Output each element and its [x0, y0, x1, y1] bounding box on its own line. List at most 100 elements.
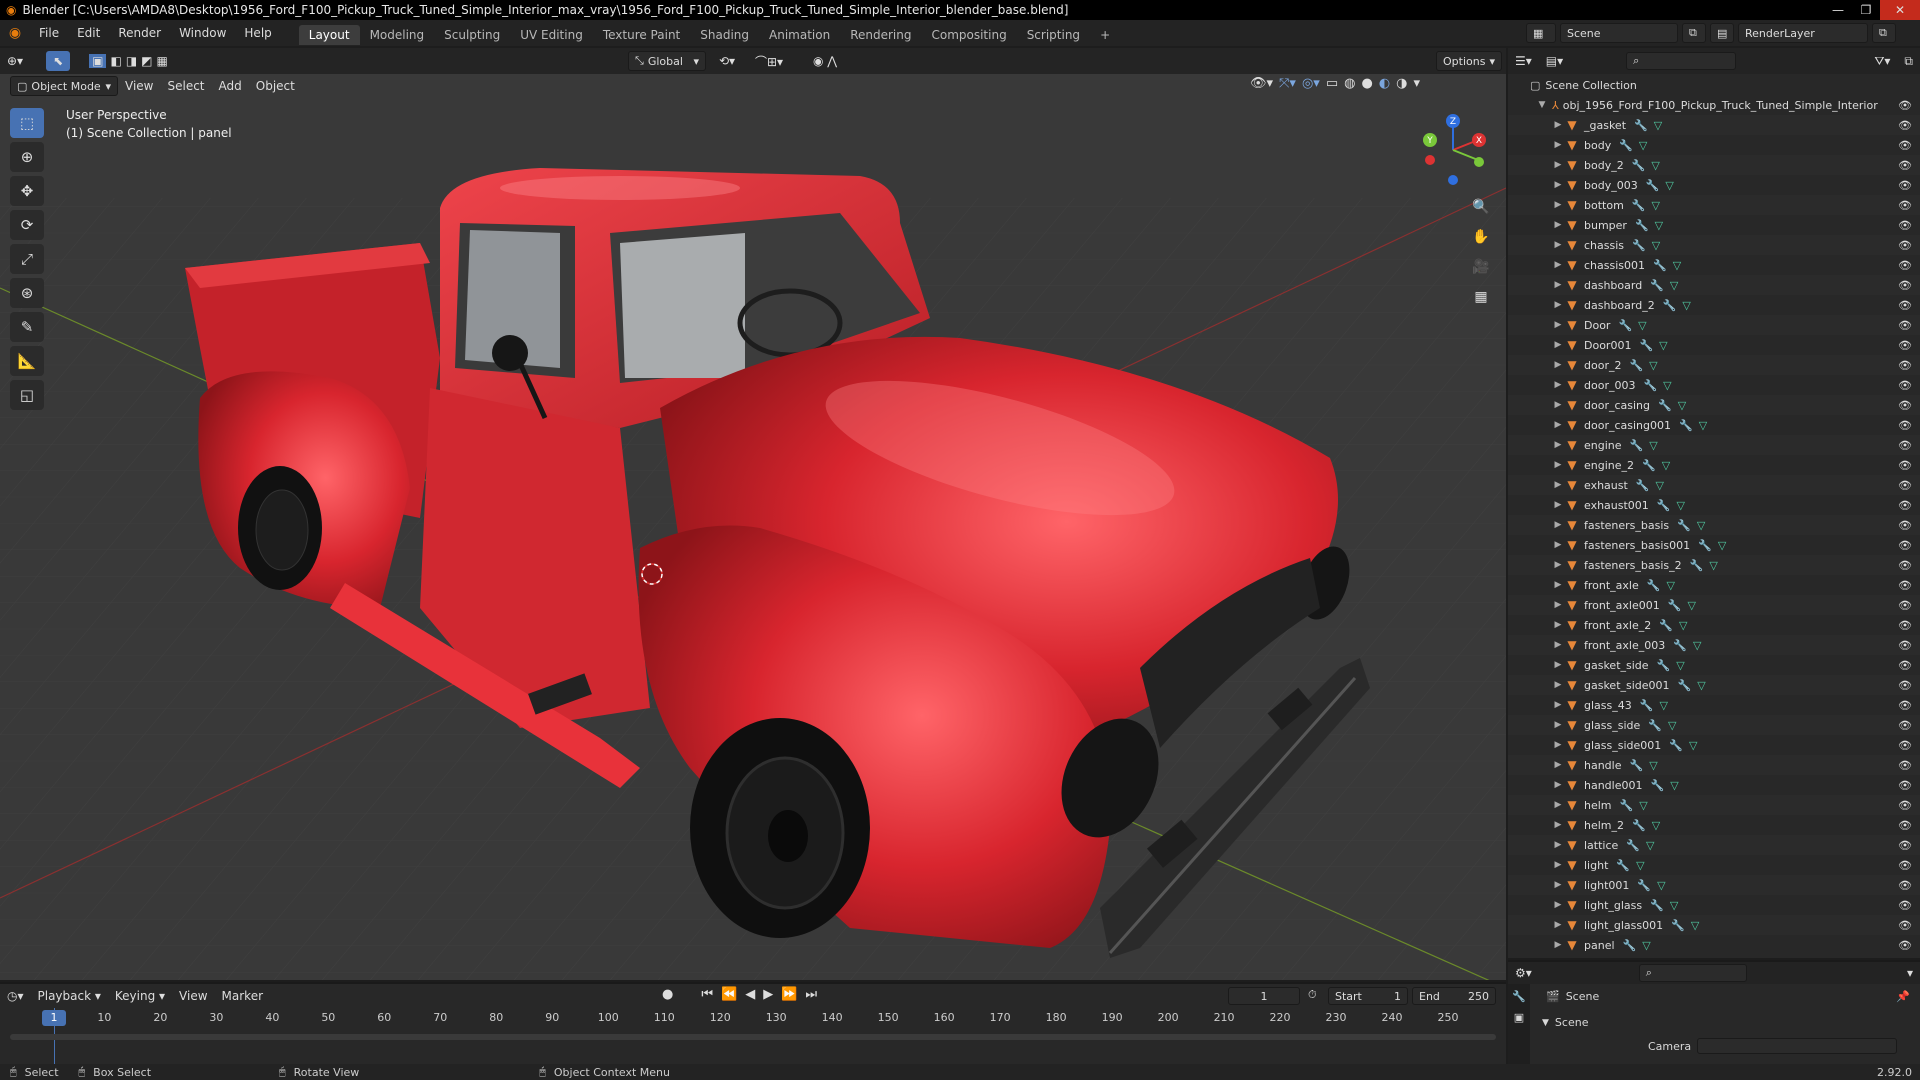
modifier-wrench-icon[interactable]: 🔧 — [1678, 679, 1692, 692]
visibility-icon[interactable]: 👁▾ — [1250, 76, 1273, 91]
select-tweak-icon[interactable]: ⬉ — [46, 51, 71, 71]
expand-triangle-icon[interactable]: ▶ — [1552, 280, 1564, 290]
menu-add[interactable]: Add — [212, 76, 249, 96]
tab-texture-paint[interactable]: Texture Paint — [593, 25, 690, 45]
expand-triangle-icon[interactable]: ▶ — [1552, 860, 1564, 870]
outliner-item[interactable]: ▶ ▼ helm 🔧 ▽ 👁 — [1508, 795, 1920, 815]
eye-icon[interactable]: 👁 — [1898, 199, 1912, 212]
scene-section-header[interactable]: Scene — [1555, 1016, 1589, 1029]
tab-uv-editing[interactable]: UV Editing — [510, 25, 593, 45]
properties-menu-icon[interactable]: ▾ — [1900, 963, 1920, 983]
viewlayer-icon[interactable]: ▤ — [1710, 23, 1734, 43]
select-new-icon[interactable]: ▣ — [89, 54, 107, 68]
properties-editor-icon[interactable]: ⚙▾ — [1508, 963, 1539, 983]
outliner-item[interactable]: ▶ ▼ dashboard 🔧 ▽ 👁 — [1508, 275, 1920, 295]
outliner-item[interactable]: ▶ ▼ light_glass 🔧 ▽ 👁 — [1508, 895, 1920, 915]
mesh-data-icon[interactable]: ▽ — [1663, 379, 1671, 392]
mesh-data-icon[interactable]: ▽ — [1691, 919, 1699, 932]
modifier-wrench-icon[interactable]: 🔧 — [1626, 839, 1640, 852]
menu-window[interactable]: Window — [170, 20, 235, 46]
rotate-tool-icon[interactable]: ⟳ — [10, 210, 44, 240]
close-icon[interactable]: ✕ — [1880, 0, 1920, 20]
mesh-data-icon[interactable]: ▽ — [1636, 859, 1644, 872]
proportional-edit-icon[interactable]: ◉ ⋀ — [806, 51, 844, 71]
options-dropdown[interactable]: Options ▾ — [1436, 51, 1502, 71]
scene-collection-row[interactable]: ▢ Scene Collection — [1508, 75, 1920, 95]
eye-icon[interactable]: 👁 — [1898, 259, 1912, 272]
mesh-data-icon[interactable]: ▽ — [1689, 739, 1697, 752]
modifier-wrench-icon[interactable]: 🔧 — [1632, 239, 1646, 252]
timeline-scrollbar[interactable] — [10, 1034, 1496, 1040]
outliner-item[interactable]: ▶ ▼ light_glass001 🔧 ▽ 👁 — [1508, 915, 1920, 935]
expand-triangle-icon[interactable]: ▶ — [1552, 900, 1564, 910]
copy-layer-icon[interactable]: ⧉ — [1872, 23, 1896, 43]
modifier-wrench-icon[interactable]: 🔧 — [1632, 199, 1646, 212]
select-intersect-icon[interactable]: ▦ — [157, 54, 168, 68]
menu-playback[interactable]: Playback ▾ — [31, 986, 108, 1006]
eye-icon[interactable]: 👁 — [1898, 419, 1912, 432]
filter-icon[interactable]: ⛛▾ — [1867, 51, 1897, 71]
outliner-item[interactable]: ▶ ▼ body_003 🔧 ▽ 👁 — [1508, 175, 1920, 195]
mesh-data-icon[interactable]: ▽ — [1670, 779, 1678, 792]
scale-tool-icon[interactable]: ⤢ — [10, 244, 44, 274]
modifier-wrench-icon[interactable]: 🔧 — [1635, 219, 1649, 232]
mesh-data-icon[interactable]: ▽ — [1649, 759, 1657, 772]
expand-triangle-icon[interactable]: ▶ — [1552, 480, 1564, 490]
menu-object[interactable]: Object — [249, 76, 302, 96]
expand-triangle-icon[interactable]: ▶ — [1552, 680, 1564, 690]
outliner-item[interactable]: ▶ ▼ door_casing 🔧 ▽ 👁 — [1508, 395, 1920, 415]
display-mode-icon[interactable]: ▤▾ — [1539, 51, 1570, 71]
eye-icon[interactable]: 👁 — [1898, 679, 1912, 692]
modifier-wrench-icon[interactable]: 🔧 — [1646, 179, 1660, 192]
modifier-wrench-icon[interactable]: 🔧 — [1677, 519, 1691, 532]
eye-icon[interactable]: 👁 — [1898, 539, 1912, 552]
expand-triangle-icon[interactable]: ▶ — [1552, 160, 1564, 170]
eye-icon[interactable]: 👁 — [1898, 619, 1912, 632]
move-tool-icon[interactable]: ✥ — [10, 176, 44, 206]
eye-icon[interactable]: 👁 — [1898, 339, 1912, 352]
modifier-wrench-icon[interactable]: 🔧 — [1650, 899, 1664, 912]
mesh-data-icon[interactable]: ▽ — [1697, 519, 1705, 532]
expand-triangle-icon[interactable]: ▶ — [1552, 260, 1564, 270]
expand-triangle-icon[interactable]: ▶ — [1552, 460, 1564, 470]
expand-triangle-icon[interactable]: ▶ — [1552, 440, 1564, 450]
prev-keyframe-icon[interactable]: ⏪ — [721, 987, 737, 1002]
expand-triangle-icon[interactable]: ▶ — [1552, 300, 1564, 310]
copy-scene-icon[interactable]: ⧉ — [1682, 23, 1706, 43]
expand-triangle-icon[interactable]: ▶ — [1552, 200, 1564, 210]
expand-triangle-icon[interactable]: ▶ — [1552, 700, 1564, 710]
mesh-data-icon[interactable]: ▽ — [1646, 839, 1654, 852]
pivot-point-icon[interactable]: ⟲▾ — [712, 51, 742, 71]
outliner-item[interactable]: ▶ ▼ glass_side001 🔧 ▽ 👁 — [1508, 735, 1920, 755]
mesh-data-icon[interactable]: ▽ — [1677, 499, 1685, 512]
modifier-wrench-icon[interactable]: 🔧 — [1630, 439, 1644, 452]
tool-tab-icon[interactable]: 🔧 — [1508, 990, 1530, 1003]
jump-end-icon[interactable]: ⏭ — [805, 987, 817, 1002]
outliner-item[interactable]: ▶ ▼ fasteners_basis001 🔧 ▽ 👁 — [1508, 535, 1920, 555]
outliner-editor-icon[interactable]: ☰▾ — [1508, 51, 1539, 71]
eye-icon[interactable]: 👁 — [1898, 479, 1912, 492]
menu-render[interactable]: Render — [109, 20, 170, 46]
eye-icon[interactable]: 👁 — [1898, 159, 1912, 172]
mesh-data-icon[interactable]: ▽ — [1662, 459, 1670, 472]
eye-icon[interactable]: 👁 — [1898, 819, 1912, 832]
outliner-item[interactable]: ▶ ▼ front_axle_003 🔧 ▽ 👁 — [1508, 635, 1920, 655]
mesh-data-icon[interactable]: ▽ — [1652, 819, 1660, 832]
modifier-wrench-icon[interactable]: 🔧 — [1643, 379, 1657, 392]
rendered-shading-icon[interactable]: ◑ — [1396, 76, 1407, 91]
expand-triangle-icon[interactable]: ▶ — [1552, 240, 1564, 250]
record-icon[interactable]: ● — [662, 987, 673, 1002]
outliner-item[interactable]: ▶ ▼ gasket_side 🔧 ▽ 👁 — [1508, 655, 1920, 675]
mesh-data-icon[interactable]: ▽ — [1657, 879, 1665, 892]
expand-triangle-icon[interactable]: ▶ — [1552, 320, 1564, 330]
outliner-item[interactable]: ▶ ▼ Door001 🔧 ▽ 👁 — [1508, 335, 1920, 355]
eye-icon[interactable]: 👁 — [1898, 359, 1912, 372]
start-frame-field[interactable]: Start 1 — [1328, 987, 1408, 1005]
outliner-item[interactable]: ▶ ▼ exhaust001 🔧 ▽ 👁 — [1508, 495, 1920, 515]
modifier-wrench-icon[interactable]: 🔧 — [1616, 859, 1630, 872]
expand-triangle-icon[interactable]: ▶ — [1552, 600, 1564, 610]
expand-triangle-icon[interactable]: ▶ — [1552, 620, 1564, 630]
timeline-editor-icon[interactable]: ◷▾ — [0, 986, 31, 1006]
selection-mode-icons[interactable]: ▣ ◧ ◨ ◩ ▦ — [82, 51, 175, 71]
outliner-item[interactable]: ▶ ▼ body 🔧 ▽ 👁 — [1508, 135, 1920, 155]
